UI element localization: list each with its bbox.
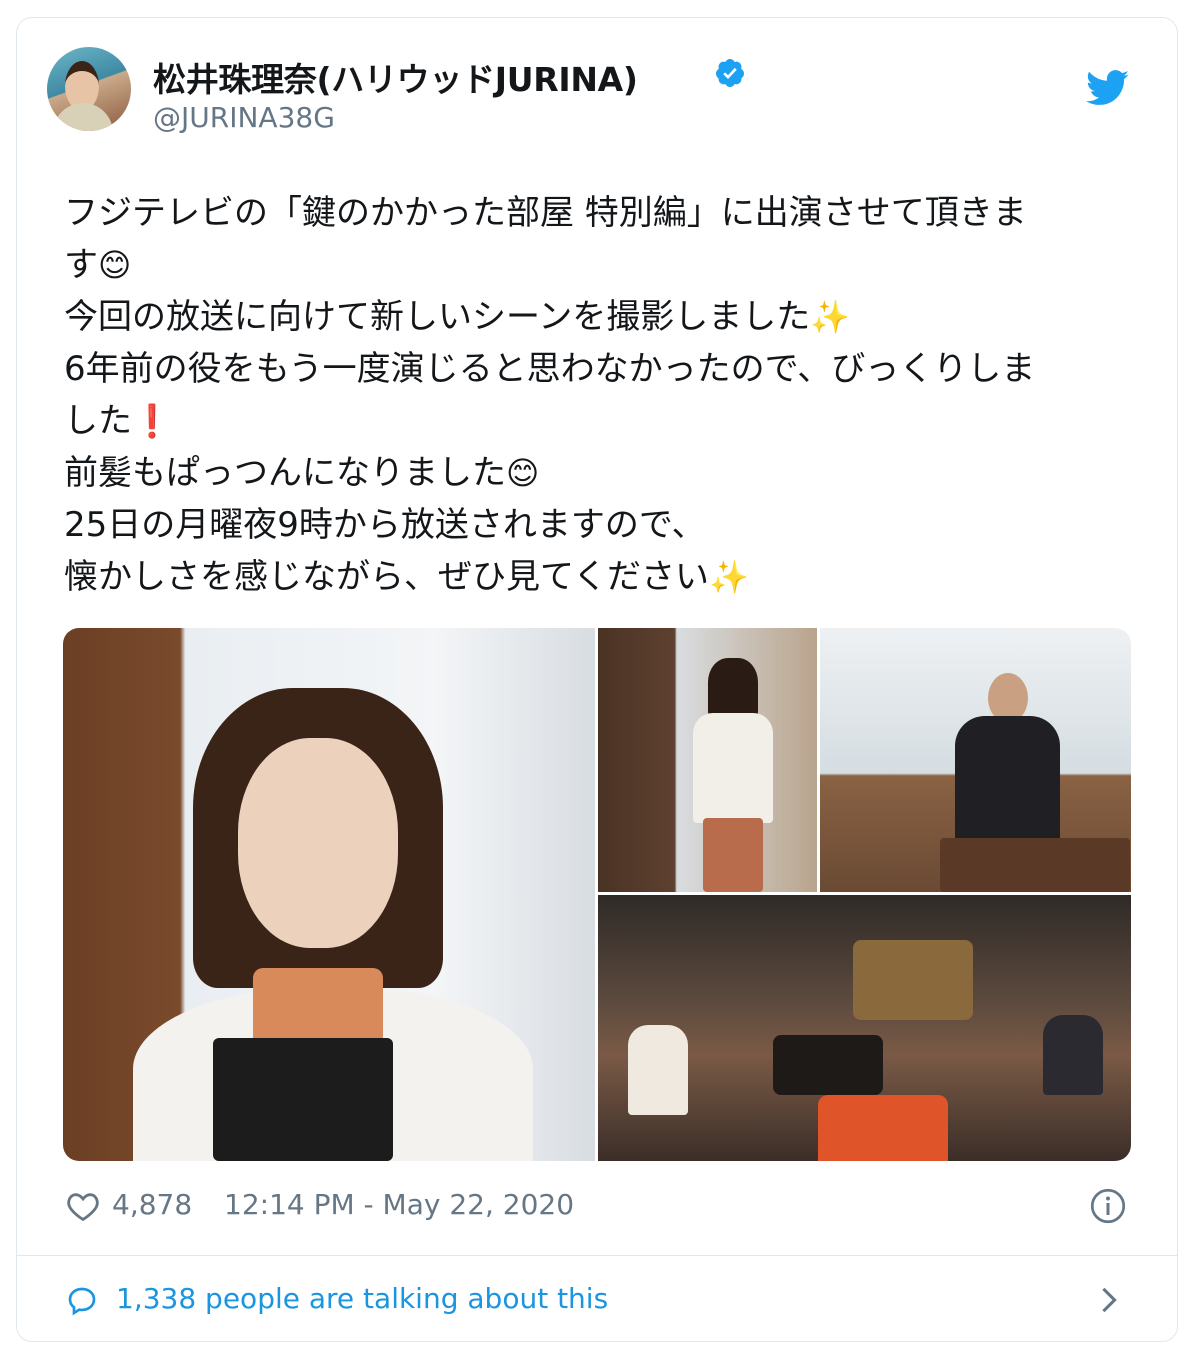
sparkles-icon: ✨ bbox=[708, 558, 749, 596]
tweet-line: 6年前の役をもう一度演じると思わなかったので、びっくりしま bbox=[64, 349, 1036, 389]
media-grid bbox=[63, 628, 1131, 1161]
photo-2[interactable] bbox=[598, 628, 817, 892]
sparkles-icon: ✨ bbox=[810, 298, 851, 336]
tweet-line: フジテレビの「鍵のかかった部屋 特別編」に出演させて頂きま bbox=[64, 193, 1027, 233]
tweet-line: 今回の放送に向けて新しいシーンを撮影しました✨ bbox=[64, 297, 851, 337]
twitter-bird-icon[interactable] bbox=[1086, 70, 1130, 106]
footer-divider bbox=[16, 1255, 1178, 1256]
heart-icon[interactable] bbox=[66, 1190, 100, 1222]
info-icon[interactable] bbox=[1090, 1188, 1126, 1224]
smiling-face-icon: 😊 bbox=[98, 246, 132, 284]
tweet-body: フジテレビの「鍵のかかった部屋 特別編」に出演させて頂きま す😊 今回の放送に向… bbox=[64, 187, 1144, 603]
author-handle[interactable]: @JURINA38G bbox=[153, 101, 335, 134]
tweet-line: した❗ bbox=[64, 401, 172, 441]
photo-3[interactable] bbox=[820, 628, 1131, 892]
like-count[interactable]: 4,878 bbox=[112, 1188, 192, 1221]
tweet-line: 前髪もぱっつんになりました😊 bbox=[64, 453, 540, 493]
conversation-label[interactable]: 1,338 people are talking about this bbox=[116, 1282, 608, 1315]
smiling-face-icon: 😊 bbox=[506, 454, 540, 492]
tweet-line: 25日の月曜夜9時から放送されますので、 bbox=[64, 505, 706, 545]
speech-bubble-icon bbox=[68, 1287, 96, 1316]
author-display-name[interactable]: 松井珠理奈(ハリウッドJURINA) bbox=[153, 53, 638, 101]
tweet-timestamp[interactable]: 12:14 PM - May 22, 2020 bbox=[224, 1188, 574, 1221]
verified-badge-icon bbox=[715, 59, 744, 87]
tweet-line: す😊 bbox=[64, 245, 132, 285]
avatar-body bbox=[53, 103, 113, 131]
photo-4[interactable] bbox=[598, 895, 1131, 1161]
author-avatar[interactable] bbox=[47, 47, 131, 131]
photo-1[interactable] bbox=[63, 628, 595, 1161]
chevron-right-icon[interactable] bbox=[1098, 1286, 1120, 1314]
tweet-line: 懐かしさを感じながら、ぜひ見てください✨ bbox=[64, 557, 749, 597]
exclamation-icon: ❗ bbox=[132, 402, 172, 440]
